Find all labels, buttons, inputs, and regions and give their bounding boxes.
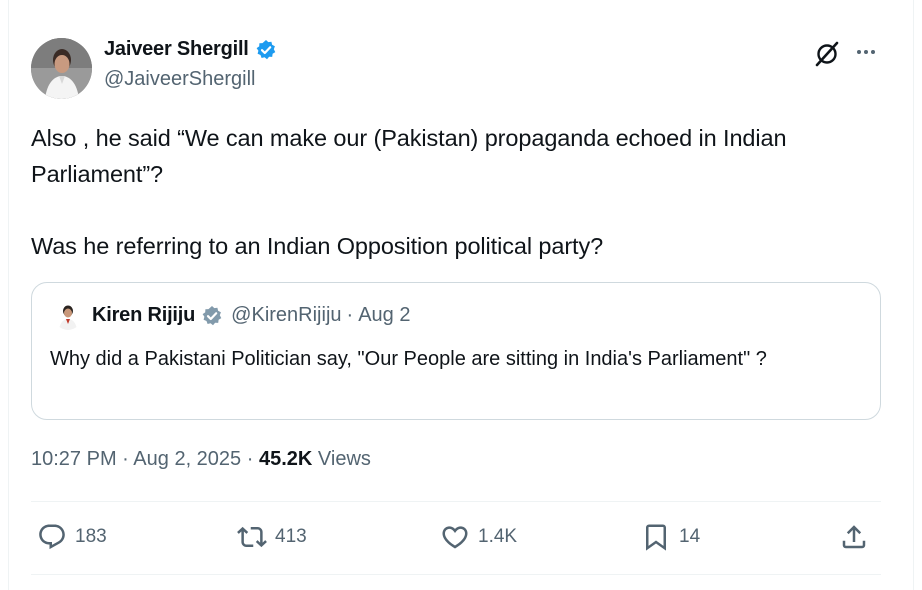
quoted-author-avatar[interactable] bbox=[54, 302, 82, 330]
meta-separator: · bbox=[122, 448, 129, 470]
author-name[interactable]: Jaiveer Shergill bbox=[104, 38, 249, 61]
repost-count: 413 bbox=[275, 526, 307, 547]
reply-count: 183 bbox=[75, 526, 107, 547]
bookmark-button[interactable]: 14 bbox=[641, 522, 700, 552]
tweet-meta: 10:27 PM · Aug 2, 2025 · 45.2K Views bbox=[31, 448, 371, 471]
bookmark-count: 14 bbox=[679, 526, 701, 547]
meta-separator: · bbox=[246, 448, 254, 470]
divider bbox=[31, 501, 881, 502]
like-button[interactable]: 1.4K bbox=[440, 522, 517, 552]
reply-button[interactable]: 183 bbox=[37, 522, 107, 552]
verified-badge-icon bbox=[256, 39, 275, 59]
tweet-date[interactable]: Aug 2, 2025 bbox=[133, 448, 241, 470]
author-handle[interactable]: @JaiveerShergill bbox=[104, 68, 277, 91]
quoted-author-handle[interactable]: @KirenRijiju bbox=[231, 304, 341, 327]
quoted-tweet[interactable]: Kiren Rijiju @KirenRijiju · Aug 2 Why di… bbox=[31, 282, 881, 420]
quoted-separator: · bbox=[346, 304, 354, 326]
author-avatar[interactable] bbox=[31, 38, 92, 99]
verified-badge-icon bbox=[202, 305, 222, 325]
author-block: Jaiveer Shergill @JaiveerShergill bbox=[104, 38, 277, 91]
quoted-date[interactable]: Aug 2 bbox=[358, 304, 410, 327]
like-icon bbox=[442, 526, 468, 549]
like-count: 1.4K bbox=[478, 526, 518, 547]
views-count: 45.2K bbox=[258, 448, 313, 470]
action-bar: 183 413 1.4K 14 bbox=[37, 522, 877, 556]
repost-button[interactable]: 413 bbox=[237, 522, 307, 552]
tweet-paragraph: Was he referring to an Indian Opposition… bbox=[31, 233, 604, 259]
share-button[interactable] bbox=[839, 522, 869, 552]
reply-icon bbox=[39, 524, 65, 550]
repost-icon bbox=[237, 526, 267, 548]
tweet-paragraph: Also , he said “We can make our (Pakista… bbox=[31, 125, 787, 187]
tweet-time[interactable]: 10:27 PM bbox=[31, 448, 117, 470]
bookmark-icon bbox=[646, 524, 666, 551]
quoted-author-name[interactable]: Kiren Rijiju bbox=[92, 304, 195, 327]
more-icon[interactable] bbox=[851, 38, 881, 66]
divider bbox=[31, 574, 881, 575]
views-label: Views bbox=[317, 448, 371, 470]
share-icon bbox=[842, 525, 866, 549]
quoted-header: Kiren Rijiju @KirenRijiju · Aug 2 bbox=[92, 304, 410, 327]
tweet-text: Also , he said “We can make our (Pakista… bbox=[31, 120, 891, 264]
grok-icon[interactable] bbox=[813, 40, 841, 68]
quoted-text: Why did a Pakistani Politician say, "Our… bbox=[50, 348, 767, 370]
